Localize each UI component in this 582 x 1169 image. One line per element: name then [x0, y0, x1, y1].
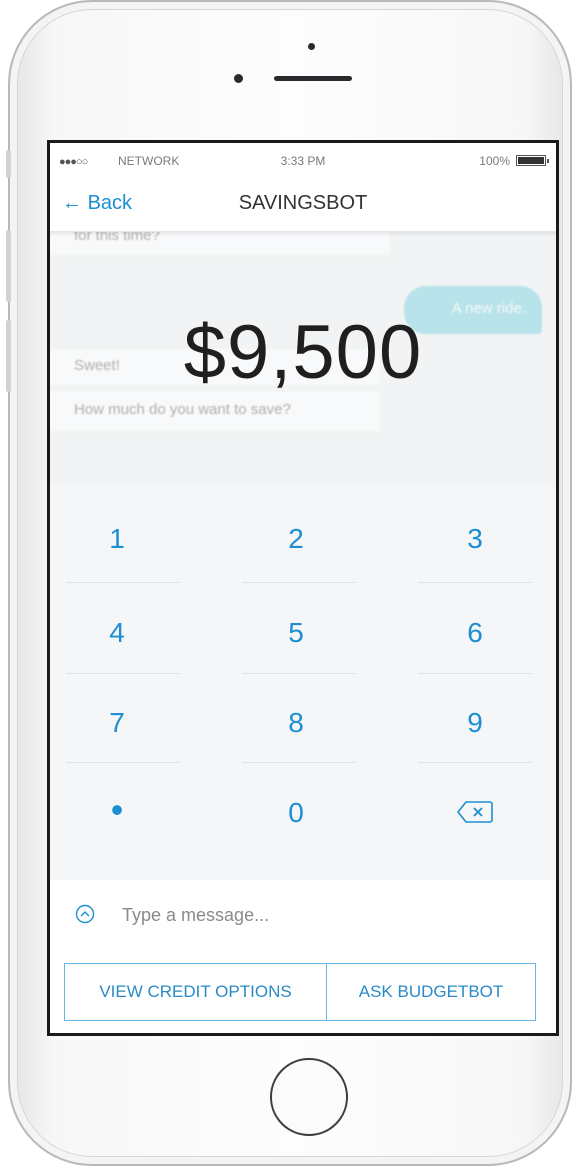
key-3[interactable]: 3 — [418, 509, 532, 569]
status-bar: ●●●○○ NETWORK 3:33 PM 100% — [50, 143, 556, 181]
key-8[interactable]: 8 — [239, 693, 353, 753]
key-6[interactable]: 6 — [418, 603, 532, 663]
volume-down-button — [6, 320, 11, 392]
action-buttons: VIEW CREDIT OPTIONS ASK BUDGETBOT — [64, 963, 536, 1021]
backspace-icon — [456, 801, 493, 823]
message-composer — [50, 880, 556, 958]
key-decimal[interactable]: • — [60, 783, 174, 843]
home-button[interactable] — [270, 1058, 348, 1136]
amount-display: $9,500 — [183, 310, 423, 395]
key-0[interactable]: 0 — [239, 783, 353, 843]
volume-up-button — [6, 230, 11, 302]
key-divider — [418, 582, 532, 583]
key-divider — [242, 673, 356, 674]
proximity-sensor — [308, 43, 315, 50]
navigation-bar: ← Back SAVINGSBOT — [50, 181, 556, 232]
ask-budgetbot-button[interactable]: ASK BUDGETBOT — [327, 964, 535, 1020]
battery-percent: 100% — [479, 154, 510, 168]
key-divider — [66, 762, 180, 763]
key-5[interactable]: 5 — [239, 603, 353, 663]
key-divider — [418, 762, 532, 763]
key-divider — [242, 582, 356, 583]
key-divider — [418, 673, 532, 674]
mute-switch — [6, 150, 11, 178]
earpiece-speaker — [274, 76, 352, 81]
key-divider — [66, 673, 180, 674]
battery-icon — [516, 155, 549, 166]
view-credit-options-button[interactable]: VIEW CREDIT OPTIONS — [65, 964, 327, 1020]
key-7[interactable]: 7 — [60, 693, 174, 753]
backspace-key[interactable] — [418, 783, 532, 843]
app-screen: ●●●○○ NETWORK 3:33 PM 100% ← Back SAVING… — [47, 140, 559, 1036]
numeric-keypad: 1 2 3 4 5 6 7 8 9 • 0 — [50, 486, 556, 880]
key-1[interactable]: 1 — [60, 509, 174, 569]
chevron-up-circle-icon[interactable] — [75, 904, 95, 924]
key-divider — [242, 762, 356, 763]
key-2[interactable]: 2 — [239, 509, 353, 569]
chat-thread: for this time? A new ride. Sweet! How mu… — [50, 231, 556, 486]
nav-title: SAVINGSBOT — [238, 192, 368, 214]
key-divider — [66, 582, 180, 583]
key-4[interactable]: 4 — [60, 603, 174, 663]
front-camera — [234, 74, 243, 83]
bot-message-question: How much do you want to save? — [50, 391, 380, 431]
bot-message-previous: for this time? — [50, 231, 390, 255]
key-9[interactable]: 9 — [418, 693, 532, 753]
message-input[interactable] — [122, 900, 502, 930]
